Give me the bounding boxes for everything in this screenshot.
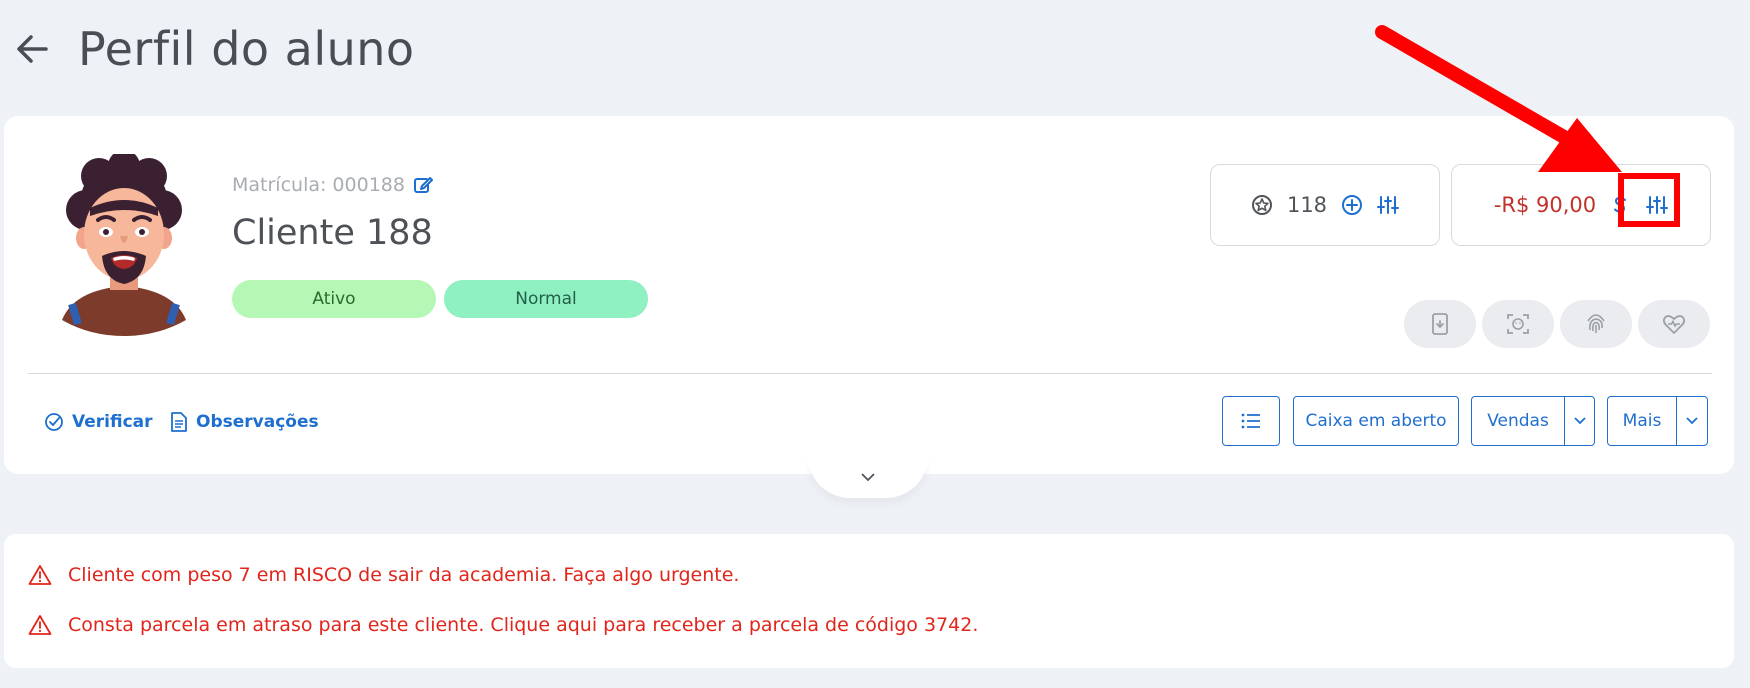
arrow-left-icon [17, 35, 48, 63]
status-badge-risk: Normal [444, 280, 648, 318]
document-icon [171, 412, 187, 432]
expand-card-button[interactable] [808, 456, 928, 498]
more-button[interactable]: Mais [1607, 396, 1677, 446]
back-button[interactable] [10, 27, 54, 71]
chevron-down-icon [1686, 417, 1698, 425]
alert-item[interactable]: Consta parcela em atraso para este clien… [28, 614, 978, 636]
medal-icon [1251, 195, 1272, 215]
plus-circle-icon[interactable] [1341, 194, 1363, 216]
registration-label: Matrícula: 000188 [232, 174, 405, 196]
chevron-down-icon [1573, 417, 1586, 425]
open-cashier-button[interactable]: Caixa em aberto [1293, 396, 1459, 446]
device-exit-button[interactable] [1404, 300, 1476, 348]
more-dropdown-button[interactable] [1676, 396, 1708, 446]
list-icon [1241, 413, 1260, 429]
points-value: 118 [1286, 193, 1328, 217]
alert-item: Cliente com peso 7 em RISCO de sair da a… [28, 564, 739, 586]
check-circle-icon [45, 413, 63, 431]
health-button[interactable] [1638, 300, 1710, 348]
divider [28, 373, 1712, 374]
alerts-panel: Cliente com peso 7 em RISCO de sair da a… [4, 534, 1734, 668]
adjust-points-icon[interactable] [1377, 194, 1400, 216]
notes-link[interactable]: Observações [170, 412, 319, 432]
avatar [54, 154, 194, 336]
profile-card: Matrícula: 000188 Cliente 188 Ativo Norm… [4, 116, 1734, 474]
chevron-down-icon [861, 472, 875, 481]
verify-label: Verificar [72, 412, 153, 432]
face-scan-button[interactable] [1482, 300, 1554, 348]
edit-icon[interactable] [413, 175, 433, 195]
alert-text: Consta parcela em atraso para este clien… [68, 614, 979, 636]
sales-dropdown-button[interactable] [1564, 396, 1595, 446]
status-badge-active: Ativo [232, 280, 436, 318]
page-header: Perfil do aluno [10, 22, 415, 76]
page-title: Perfil do aluno [78, 22, 415, 76]
list-view-button[interactable] [1222, 396, 1280, 446]
verify-link[interactable]: Verificar [44, 412, 153, 432]
points-panel: 118 [1210, 164, 1440, 246]
device-exit-icon [1432, 313, 1448, 335]
fingerprint-button[interactable] [1560, 300, 1632, 348]
alert-text: Cliente com peso 7 em RISCO de sair da a… [68, 564, 740, 586]
client-name: Cliente 188 [232, 213, 433, 253]
warning-icon [28, 615, 52, 635]
face-scan-icon [1507, 314, 1529, 334]
fingerprint-icon [1587, 314, 1605, 333]
warning-icon [28, 565, 52, 585]
balance-value: -R$ 90,00 [1493, 193, 1597, 217]
notes-label: Observações [196, 412, 319, 432]
highlight-box [1618, 173, 1680, 227]
registration-number: Matrícula: 000188 [232, 174, 433, 196]
heart-pulse-icon [1662, 315, 1686, 334]
sales-button[interactable]: Vendas [1471, 396, 1565, 446]
